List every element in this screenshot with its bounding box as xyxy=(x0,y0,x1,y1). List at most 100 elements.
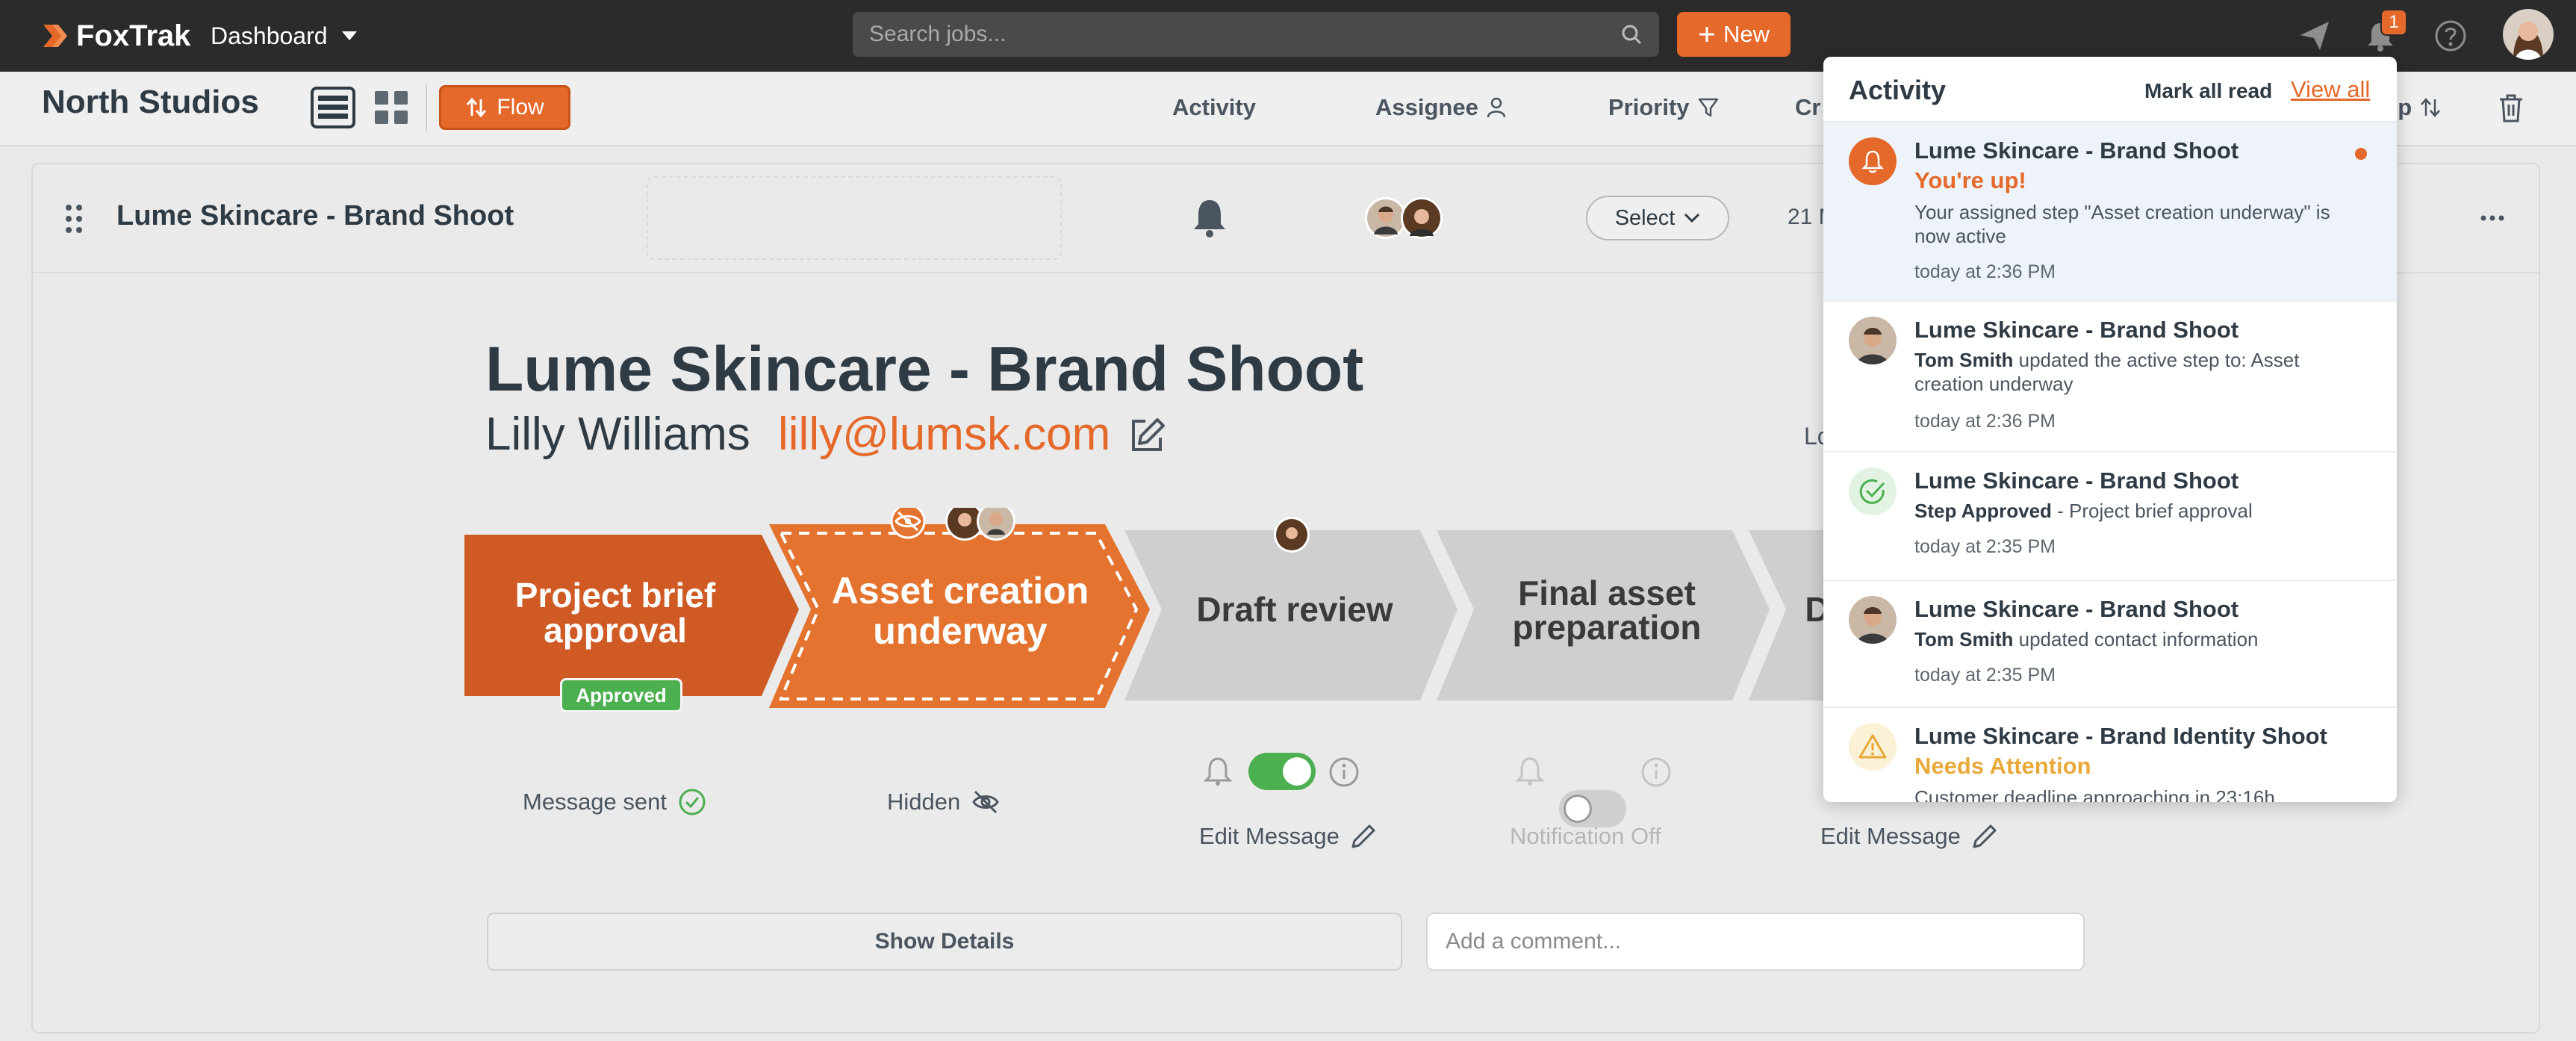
send-icon xyxy=(2300,22,2329,50)
assignee-avatars-image xyxy=(1365,197,1443,239)
activity-time: today at 2:36 PM xyxy=(1914,261,2056,282)
select-dropdown-label: Select xyxy=(1614,205,1676,230)
warning-icon xyxy=(1849,723,1897,771)
card-more-button[interactable] xyxy=(2477,203,2507,233)
edit-message-label: Edit Message xyxy=(1820,823,1961,849)
step-2-line2: underway xyxy=(873,610,1048,652)
comment-input[interactable]: Add a comment... xyxy=(1426,913,2085,971)
view-divider xyxy=(426,84,427,131)
step-project-brief-approval[interactable]: Project brief approval xyxy=(464,535,799,696)
list-view-button[interactable] xyxy=(311,87,355,128)
activity-job-name: Lume Skincare - Brand Shoot xyxy=(1914,317,2239,343)
activity-item[interactable]: Lume Skincare - Brand Identity Shoot Nee… xyxy=(1823,708,2397,802)
step-4-status: Notification Off xyxy=(1510,823,1661,850)
dashboard-menu[interactable]: Dashboard xyxy=(211,16,358,55)
sort-icon xyxy=(2421,98,2441,117)
activity-item[interactable]: Lume Skincare - Brand Shoot Step Approve… xyxy=(1823,453,2397,581)
activity-job-name: Lume Skincare - Brand Shoot xyxy=(1914,467,2239,494)
edit-icon xyxy=(1132,418,1165,451)
step-3-line1: Draft review xyxy=(1196,590,1393,629)
step-asset-creation-underway[interactable]: Asset creation underway xyxy=(769,524,1150,708)
grid-view-button[interactable] xyxy=(370,87,412,128)
activity-subtitle: Needs Attention xyxy=(1914,753,2091,779)
new-button-label: New xyxy=(1723,21,1770,47)
column-activity-label: Activity xyxy=(1172,94,1256,120)
eye-off-icon xyxy=(890,508,926,539)
activity-job-name: Lume Skincare - Brand Shoot xyxy=(1914,137,2239,164)
help-icon xyxy=(2435,20,2466,52)
search-input[interactable]: Search jobs... xyxy=(853,12,1659,57)
activity-job-name: Lume Skincare - Brand Identity Shoot xyxy=(1914,723,2327,749)
contact-email[interactable]: lilly@lumsk.com xyxy=(778,408,1110,461)
activity-panel: Activity Mark all read View all Lume Ski… xyxy=(1823,57,2397,802)
step-1-line2: approval xyxy=(544,611,687,650)
step-3-notify-toggle[interactable] xyxy=(1248,753,1316,790)
toggle-knob xyxy=(1564,795,1592,823)
bell-icon xyxy=(1849,137,1897,185)
drop-zone xyxy=(647,176,1062,260)
step-final-asset-preparation[interactable]: Final asset preparation xyxy=(1437,530,1770,700)
bell-icon xyxy=(1515,757,1545,786)
eye-off-icon[interactable] xyxy=(971,787,1001,817)
drag-handle-icon xyxy=(66,205,82,233)
column-created-label: Cr xyxy=(1795,94,1821,120)
step-5-edit-message[interactable]: Edit Message xyxy=(1820,823,1998,850)
search-placeholder: Search jobs... xyxy=(869,22,1007,46)
column-assignee[interactable]: Assignee xyxy=(1375,94,1507,121)
job-notification-button[interactable] xyxy=(1187,196,1232,240)
dashboard-menu-label: Dashboard xyxy=(211,22,328,49)
step-3-info-button[interactable] xyxy=(1328,756,1360,789)
show-details-button[interactable]: Show Details xyxy=(487,913,1402,971)
message-sent-label: Message sent xyxy=(523,789,667,815)
activity-item[interactable]: Lume Skincare - Brand Shoot You're up! Y… xyxy=(1823,122,2397,302)
step-4-info-button[interactable] xyxy=(1640,756,1673,789)
drag-handle[interactable] xyxy=(63,203,85,234)
assignee-avatars[interactable] xyxy=(1363,196,1446,240)
hidden-label: Hidden xyxy=(887,789,961,815)
job-title: Lume Skincare - Brand Shoot xyxy=(485,334,1364,404)
step-3-edit-message[interactable]: Edit Message xyxy=(1199,823,1377,850)
search-icon xyxy=(1622,25,1642,45)
job-card-title[interactable]: Lume Skincare - Brand Shoot xyxy=(116,200,514,232)
delete-button[interactable] xyxy=(2494,91,2528,125)
caret-down-icon xyxy=(341,31,357,40)
activity-job-name: Lume Skincare - Brand Shoot xyxy=(1914,596,2239,622)
comment-placeholder: Add a comment... xyxy=(1446,929,1622,954)
notification-off-label: Notification Off xyxy=(1510,823,1661,849)
pencil-icon xyxy=(1351,824,1375,848)
activity-text: Customer deadline approaching in 23:16h xyxy=(1914,786,2275,802)
studio-name: North Studios xyxy=(42,84,259,120)
activity-subtitle: You're up! xyxy=(1914,167,2026,193)
app-logo[interactable]: FoxTrak xyxy=(42,16,190,55)
contact-name: Lilly Williams xyxy=(485,408,750,460)
column-activity[interactable]: Activity xyxy=(1172,94,1256,121)
activity-item[interactable]: Lume Skincare - Brand Shoot Tom Smith up… xyxy=(1823,302,2397,453)
notification-count-badge: 1 xyxy=(2380,9,2407,36)
activity-actor: Tom Smith xyxy=(1914,628,2014,650)
step-4-notify-bell[interactable] xyxy=(1513,754,1547,789)
step-4-notify-toggle[interactable] xyxy=(1559,790,1626,827)
avatar xyxy=(1849,596,1897,644)
help-button[interactable] xyxy=(2430,15,2471,57)
send-button[interactable] xyxy=(2294,15,2336,57)
activity-text: Tom Smith updated contact information xyxy=(1914,628,2259,650)
new-button[interactable]: New xyxy=(1677,12,1791,57)
edit-contact-button[interactable] xyxy=(1126,415,1168,457)
activity-item[interactable]: Lume Skincare - Brand Shoot Tom Smith up… xyxy=(1823,581,2397,708)
column-created[interactable]: Cr xyxy=(1795,94,1820,121)
chevron-down-icon xyxy=(1684,213,1700,223)
step-draft-review[interactable]: Draft review xyxy=(1124,530,1457,700)
column-priority[interactable]: Priority xyxy=(1608,94,1720,121)
flow-view-button[interactable]: Flow xyxy=(439,85,570,130)
mark-all-read-button[interactable]: Mark all read xyxy=(2144,79,2272,103)
select-dropdown[interactable]: Select xyxy=(1586,196,1729,240)
view-all-link[interactable]: View all xyxy=(2291,76,2370,103)
filter-icon xyxy=(1698,98,1718,117)
user-avatar-image xyxy=(2503,9,2554,60)
step-3-notify-bell[interactable] xyxy=(1201,754,1235,789)
column-assignee-label: Assignee xyxy=(1375,94,1478,120)
user-avatar[interactable] xyxy=(2503,9,2554,60)
activity-panel-header: Activity Mark all read View all xyxy=(1823,57,2397,122)
column-priority-label: Priority xyxy=(1608,94,1690,120)
activity-text: Your assigned step "Asset creation under… xyxy=(1914,201,2330,247)
